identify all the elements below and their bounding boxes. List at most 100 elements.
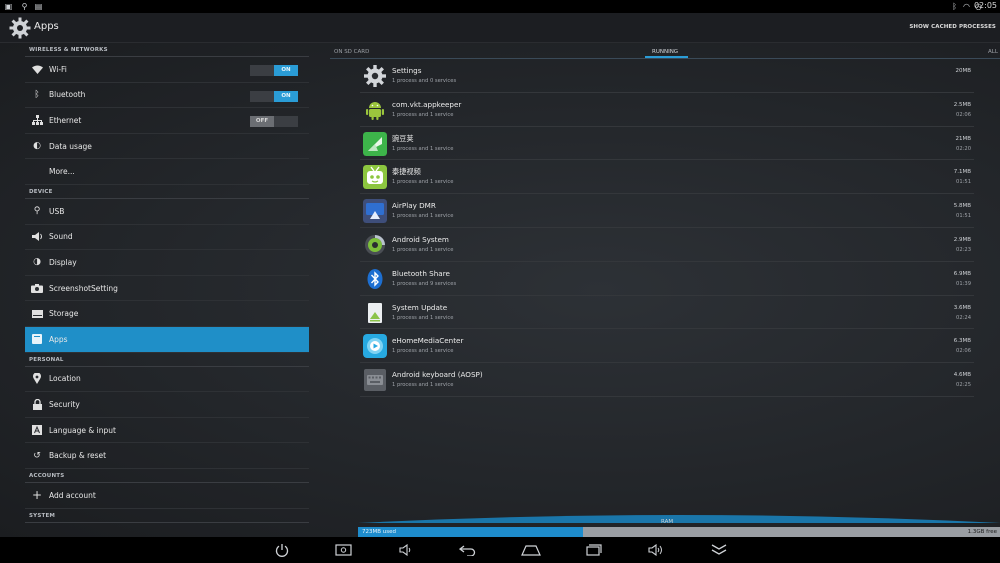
sidebar-item-add-account[interactable]: + Add account	[25, 483, 309, 509]
section-header: WIRELESS & NETWORKS	[25, 43, 309, 57]
sidebar-item-storage[interactable]: Storage	[25, 301, 309, 327]
settings-gear-icon[interactable]	[8, 16, 32, 40]
app-detail: 1 process and 1 service	[392, 246, 454, 253]
wifi-toggle[interactable]: ON	[250, 65, 298, 76]
sound-icon	[31, 231, 43, 243]
sidebar-item-language-input[interactable]: Language & input	[25, 418, 309, 444]
app-detail: 1 process and 1 service	[392, 348, 454, 355]
tab-running[interactable]: RUNNING	[652, 49, 678, 55]
app-time: 02:24	[956, 314, 971, 321]
ethernet-toggle[interactable]: OFF	[250, 116, 298, 128]
ram-used-fill: 723MB used	[358, 527, 584, 537]
sidebar-item-label: Display	[49, 257, 77, 267]
sidebar-item-label: Backup & reset	[49, 451, 107, 461]
bluetooth-icon: ᛒ	[34, 89, 40, 100]
sidebar-item-label: Storage	[49, 309, 79, 319]
android-system-icon	[365, 234, 385, 255]
android-icon	[366, 101, 384, 120]
running-apps-pane: ON SD CARD RUNNING ALL Settings 1 proces…	[330, 43, 1000, 537]
sidebar-item-screenshotsetting[interactable]: ScreenshotSetting	[25, 276, 309, 302]
list-item[interactable]: System Update 1 process and 1 service 3.…	[360, 296, 974, 330]
app-size: 2.5MB	[953, 101, 971, 108]
lock-icon	[31, 398, 43, 410]
list-item[interactable]: 泰捷视频 1 process and 1 service 7.1MB 01:51	[360, 160, 974, 195]
sidebar-item-usb[interactable]: ⚲ USB	[25, 199, 309, 225]
section-header: ACCOUNTS	[25, 469, 309, 483]
sidebar-item-ethernet[interactable]: Ethernet OFF	[25, 108, 309, 134]
app-detail: 1 process and 1 service	[392, 382, 454, 389]
toggle-state: OFF	[250, 116, 274, 128]
sidebar-item-label: Wi-Fi	[49, 64, 67, 74]
sidebar-item-sound[interactable]: Sound	[25, 225, 309, 251]
list-item[interactable]: Android System 1 process and 1 service 2…	[360, 228, 974, 262]
show-cached-processes-button[interactable]: SHOW CACHED PROCESSES	[909, 24, 996, 30]
sidebar-item-bluetooth[interactable]: ᛒ Bluetooth ON	[25, 83, 309, 109]
app-name: Android System	[392, 234, 449, 244]
display-icon: ◑	[33, 257, 41, 268]
app-size: 20MB	[955, 68, 971, 74]
settings-gear-icon	[364, 65, 386, 87]
app-time: 02:25	[956, 382, 971, 389]
storage-icon	[31, 308, 43, 320]
app-size: 21MB	[955, 135, 971, 142]
app-time: 01:51	[956, 179, 971, 186]
list-item[interactable]: eHomeMediaCenter 1 process and 1 service…	[360, 329, 974, 364]
list-item[interactable]: com.vkt.appkeeper 1 process and 1 servic…	[360, 93, 974, 127]
bluetooth-icon: ᛒ	[952, 2, 957, 11]
sidebar-item-backup-reset[interactable]: ↺ Backup & reset	[25, 443, 309, 469]
sidebar-item-location[interactable]: Location	[25, 367, 309, 393]
app-time: 02:23	[956, 246, 971, 253]
wifi-icon	[31, 63, 43, 75]
plus-icon: +	[31, 488, 43, 503]
usb-icon: ⚲	[33, 206, 41, 217]
tab-all[interactable]: ALL	[988, 49, 998, 55]
app-name: Settings	[392, 66, 422, 75]
volume-down-icon[interactable]	[396, 541, 416, 559]
sidebar-item-apps[interactable]: Apps	[25, 326, 309, 353]
apps-icon	[31, 333, 43, 345]
sidebar-item-wifi[interactable]: Wi-Fi ON	[25, 57, 309, 83]
sidebar-item-label: USB	[49, 206, 65, 216]
toggle-state: ON	[274, 90, 298, 102]
action-bar: Apps SHOW CACHED PROCESSES	[0, 13, 1000, 43]
app-size: 5.8MB	[953, 203, 971, 210]
recents-icon[interactable]	[584, 541, 604, 559]
content-area: WIRELESS & NETWORKS Wi-Fi ON ᛒ Bluetooth…	[0, 43, 1000, 537]
language-icon	[31, 424, 43, 436]
sidebar-item-more[interactable]: More...	[25, 159, 309, 185]
list-item[interactable]: 豌豆荚 1 process and 1 service 21MB 02:20	[360, 127, 974, 161]
backup-icon: ↺	[33, 450, 41, 461]
screenshot-icon[interactable]	[334, 541, 354, 559]
list-item[interactable]: Bluetooth Share 1 process and 9 services…	[360, 262, 974, 296]
app-time: 01:39	[956, 280, 971, 287]
home-icon[interactable]	[521, 541, 541, 559]
app-time: 02:20	[956, 145, 971, 152]
ram-usage-bar: 723MB used 1.3GB free	[358, 527, 1000, 537]
sidebar-item-display[interactable]: ◑ Display	[25, 250, 309, 276]
volume-up-icon[interactable]	[646, 541, 666, 559]
back-icon[interactable]	[458, 541, 478, 559]
app-name: eHomeMediaCenter	[392, 336, 464, 346]
status-time: 02:05	[973, 1, 997, 10]
list-item[interactable]: AirPlay DMR 1 process and 1 service 5.8M…	[360, 194, 974, 228]
ethernet-icon	[31, 114, 43, 126]
hide-bar-icon[interactable]	[709, 541, 729, 559]
app-detail: 1 process and 0 services	[392, 78, 457, 84]
ram-label: RAM	[661, 519, 674, 525]
app-name: Bluetooth Share	[392, 268, 450, 278]
list-item[interactable]: Android keyboard (AOSP) 1 process and 1 …	[360, 363, 974, 397]
media-center-icon	[363, 334, 387, 359]
ram-used-text: 723MB used	[362, 529, 396, 535]
section-header: PERSONAL	[25, 353, 309, 367]
wifi-icon: ◠	[963, 2, 970, 11]
download-icon: ▤	[34, 2, 43, 11]
list-item[interactable]: Settings 1 process and 0 services 20MB	[360, 59, 974, 93]
app-time: 02:06	[956, 111, 971, 118]
sidebar-item-security[interactable]: Security	[25, 392, 309, 418]
power-icon[interactable]	[272, 541, 292, 559]
page-title: Apps	[34, 21, 59, 32]
app-name: AirPlay DMR	[392, 201, 436, 211]
bluetooth-toggle[interactable]: ON	[250, 90, 298, 102]
tab-on-sd-card[interactable]: ON SD CARD	[334, 49, 369, 55]
sidebar-item-data-usage[interactable]: ◐ Data usage	[25, 134, 309, 160]
